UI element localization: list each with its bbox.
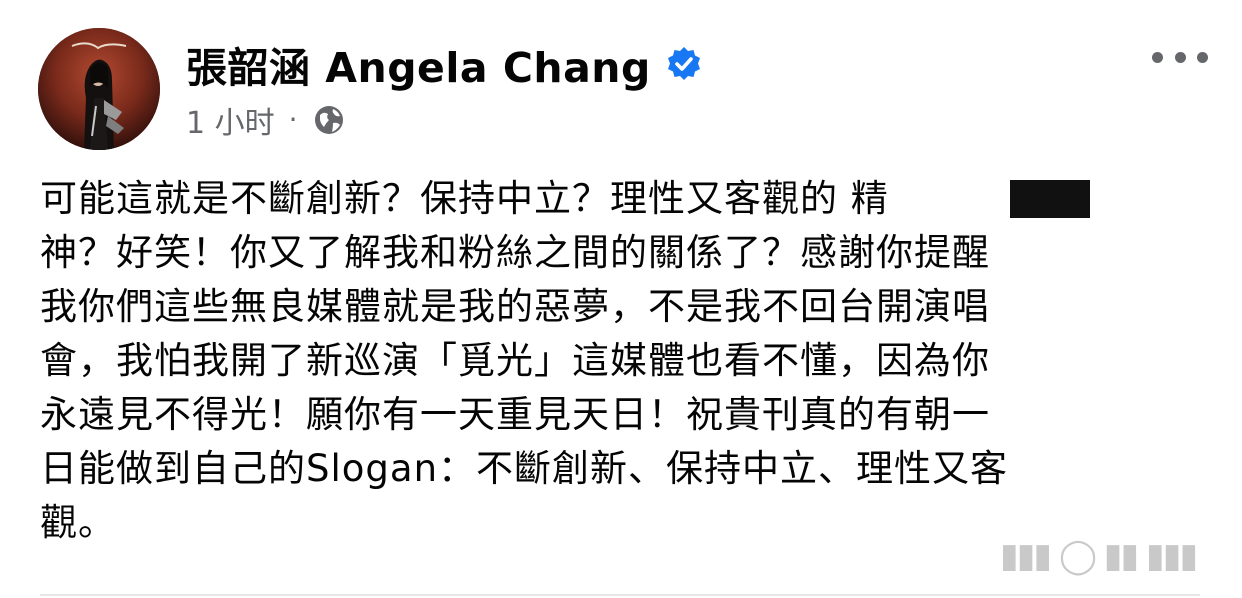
meta-separator: · (288, 103, 298, 136)
facebook-post: 張韶涵 Angela Chang 1 小时 · 可能這就是不斷創新？保持中立？理… (0, 0, 1242, 598)
more-dot (1174, 51, 1186, 63)
verified-badge-icon (665, 45, 703, 83)
globe-icon (312, 103, 346, 137)
avatar-portrait-image (38, 28, 160, 150)
more-dot (1197, 51, 1208, 63)
post-meta: 1 小时 · (186, 98, 346, 142)
post-header-author: 張韶涵 Angela Chang (186, 34, 703, 94)
post-timestamp[interactable]: 1 小时 (186, 98, 275, 142)
author-name[interactable]: 張韶涵 Angela Chang (186, 34, 651, 94)
redaction-block (1010, 180, 1090, 218)
post-body-text: 可能這就是不斷創新？保持中立？理性又客觀的 精 神？好笑！你又了解我和粉絲之間的… (40, 177, 1009, 544)
more-options-icon[interactable] (1152, 40, 1208, 74)
post-divider (40, 594, 1200, 596)
more-dot (1152, 51, 1163, 63)
author-avatar[interactable] (38, 28, 160, 150)
watermark-graphic: ▮▮▮ ◯ ▮▮ ▮▮▮ (1000, 536, 1198, 576)
